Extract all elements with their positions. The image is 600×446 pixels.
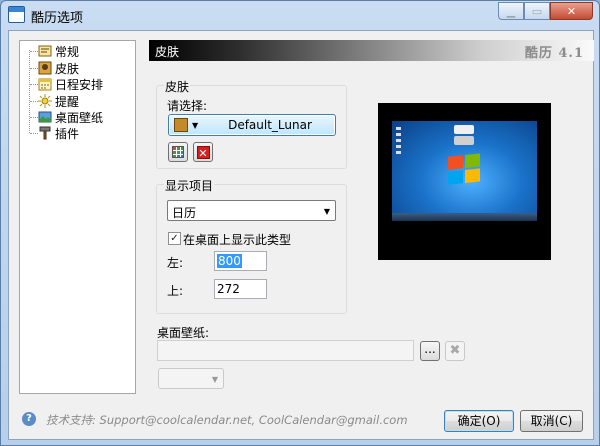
support-contact-text: 技术支持: Support@coolcalendar.net, CoolCale… bbox=[46, 413, 408, 427]
maximize-icon: ▭ bbox=[531, 4, 543, 18]
title-bar[interactable]: 酷历选项 ▁ ▭ ✕ bbox=[1, 1, 599, 29]
skin-selector[interactable]: ▼ Default_Lunar bbox=[168, 114, 336, 136]
wallpaper-path-input[interactable] bbox=[157, 340, 414, 361]
wallpaper-style-select[interactable]: ▼ bbox=[158, 368, 224, 389]
delete-icon: ✕ bbox=[196, 145, 210, 160]
tree-connector bbox=[29, 50, 30, 133]
chevron-down-icon: ▼ bbox=[323, 207, 330, 216]
top-position-label: 上: bbox=[167, 284, 184, 298]
show-on-desktop-label: 在桌面上显示此类型 bbox=[183, 233, 292, 247]
skin-color-button[interactable] bbox=[168, 142, 188, 162]
help-icon: ? bbox=[22, 412, 36, 426]
clear-wallpaper-button[interactable]: ✖ bbox=[445, 341, 465, 361]
options-window: 酷历选项 ▁ ▭ ✕ 常规 皮肤 日程安排 提醒 桌面壁纸 插件 皮肤 酷历 4… bbox=[0, 0, 600, 446]
left-position-label: 左: bbox=[167, 256, 184, 270]
wallpaper-label: 桌面壁纸: bbox=[157, 326, 210, 340]
tree-item-label: 常规 bbox=[55, 44, 80, 59]
cancel-button-label: 取消(C) bbox=[530, 414, 573, 428]
desktop-preview-image bbox=[392, 121, 537, 221]
left-position-value: 800 bbox=[217, 254, 242, 268]
skin-preview bbox=[378, 103, 551, 260]
clear-icon: ✖ bbox=[449, 343, 461, 358]
tree-item-label: 插件 bbox=[55, 126, 80, 141]
tree-item-label: 日程安排 bbox=[55, 77, 104, 92]
selected-skin-name: Default_Lunar bbox=[228, 118, 312, 132]
browse-label: ... bbox=[424, 342, 436, 356]
options-tree[interactable]: 常规 皮肤 日程安排 提醒 桌面壁纸 插件 bbox=[19, 40, 136, 394]
delete-skin-button[interactable]: ✕ bbox=[193, 142, 213, 162]
skin-group-title: 皮肤 bbox=[164, 78, 191, 95]
wallpaper-icon bbox=[38, 110, 52, 124]
chevron-down-icon: ▼ bbox=[192, 121, 199, 130]
ok-button[interactable]: 确定(O) bbox=[444, 410, 514, 432]
close-icon: ✕ bbox=[566, 4, 577, 18]
ok-button-label: 确定(O) bbox=[457, 414, 501, 428]
minimize-button[interactable]: ▁ bbox=[498, 2, 524, 20]
product-version: 酷历 4.1 bbox=[524, 46, 584, 61]
left-position-input[interactable]: 800 bbox=[214, 251, 267, 271]
choose-skin-label: 请选择: bbox=[167, 99, 208, 113]
windows-logo-icon bbox=[448, 153, 482, 187]
cancel-button[interactable]: 取消(C) bbox=[520, 410, 583, 432]
tree-item-label: 皮肤 bbox=[55, 61, 80, 76]
minimize-icon: ▁ bbox=[506, 4, 516, 18]
schedule-icon bbox=[38, 77, 52, 91]
color-grid-icon bbox=[172, 146, 184, 158]
skin-thumbnail-icon bbox=[174, 118, 188, 132]
taskbar-preview bbox=[392, 213, 537, 221]
section-header: 皮肤 酷历 4.1 bbox=[149, 40, 594, 61]
tree-item-label: 提醒 bbox=[55, 94, 80, 109]
display-item-value: 日历 bbox=[172, 206, 197, 220]
tree-item-label: 桌面壁纸 bbox=[55, 110, 104, 125]
app-calendar-icon bbox=[8, 6, 25, 23]
general-icon bbox=[38, 44, 52, 58]
reminder-icon bbox=[38, 94, 52, 108]
close-button[interactable]: ✕ bbox=[550, 2, 593, 20]
top-position-value: 272 bbox=[217, 282, 240, 296]
window-title: 酷历选项 bbox=[31, 11, 84, 26]
section-title: 皮肤 bbox=[155, 45, 180, 59]
plugin-icon bbox=[38, 126, 52, 140]
browse-wallpaper-button[interactable]: ... bbox=[420, 341, 440, 361]
top-position-input[interactable]: 272 bbox=[214, 279, 267, 299]
display-items-title: 显示项目 bbox=[164, 177, 215, 194]
maximize-button[interactable]: ▭ bbox=[524, 2, 550, 20]
caption-buttons: ▁ ▭ ✕ bbox=[498, 2, 593, 20]
calendar-widget-preview bbox=[454, 125, 474, 134]
display-item-select[interactable]: 日历 ▼ bbox=[167, 200, 336, 221]
chevron-down-icon: ▼ bbox=[211, 375, 218, 384]
show-on-desktop-checkbox[interactable]: ✓ bbox=[168, 232, 181, 245]
skin-icon bbox=[38, 61, 52, 75]
